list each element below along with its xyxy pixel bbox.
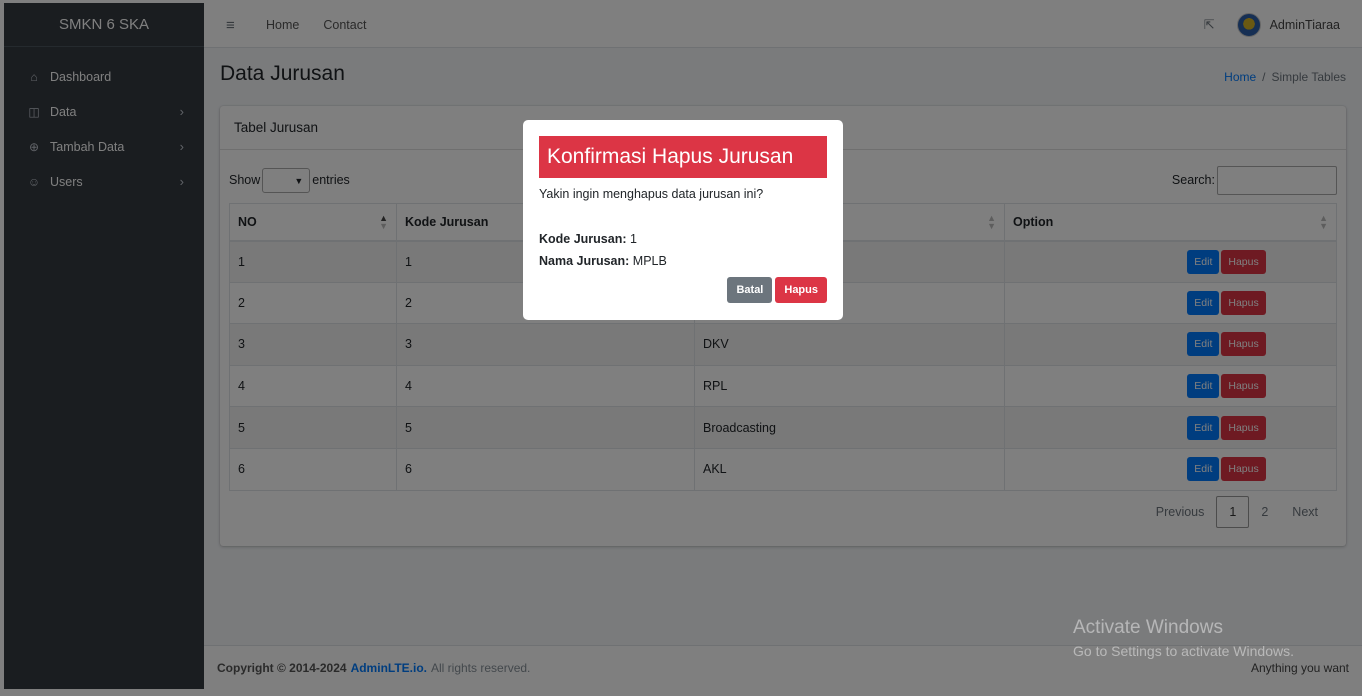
modal-nama-value: MPLB <box>632 254 667 268</box>
modal-actions: Batal Hapus <box>724 277 827 303</box>
modal-nama-label: Nama Jurusan: <box>539 254 630 268</box>
confirm-delete-button[interactable]: Hapus <box>775 277 827 303</box>
cancel-button[interactable]: Batal <box>727 277 773 303</box>
delete-confirm-modal: Konfirmasi Hapus Jurusan Yakin ingin men… <box>523 120 843 320</box>
watermark-title: Activate Windows <box>1073 617 1223 638</box>
windows-activation-watermark: Activate Windows Go to Settings to activ… <box>1073 617 1294 659</box>
modal-backdrop[interactable] <box>0 0 1366 696</box>
window-right-edge <box>1362 0 1366 696</box>
watermark-subtitle: Go to Settings to activate Windows. <box>1073 643 1294 659</box>
modal-kode-row: Kode Jurusan: 1 <box>539 232 827 246</box>
modal-title: Konfirmasi Hapus Jurusan <box>539 136 827 178</box>
modal-message: Yakin ingin menghapus data jurusan ini? <box>539 187 764 201</box>
modal-kode-label: Kode Jurusan: <box>539 232 627 246</box>
modal-kode-value: 1 <box>630 232 637 246</box>
modal-nama-row: Nama Jurusan: MPLB <box>539 254 827 268</box>
